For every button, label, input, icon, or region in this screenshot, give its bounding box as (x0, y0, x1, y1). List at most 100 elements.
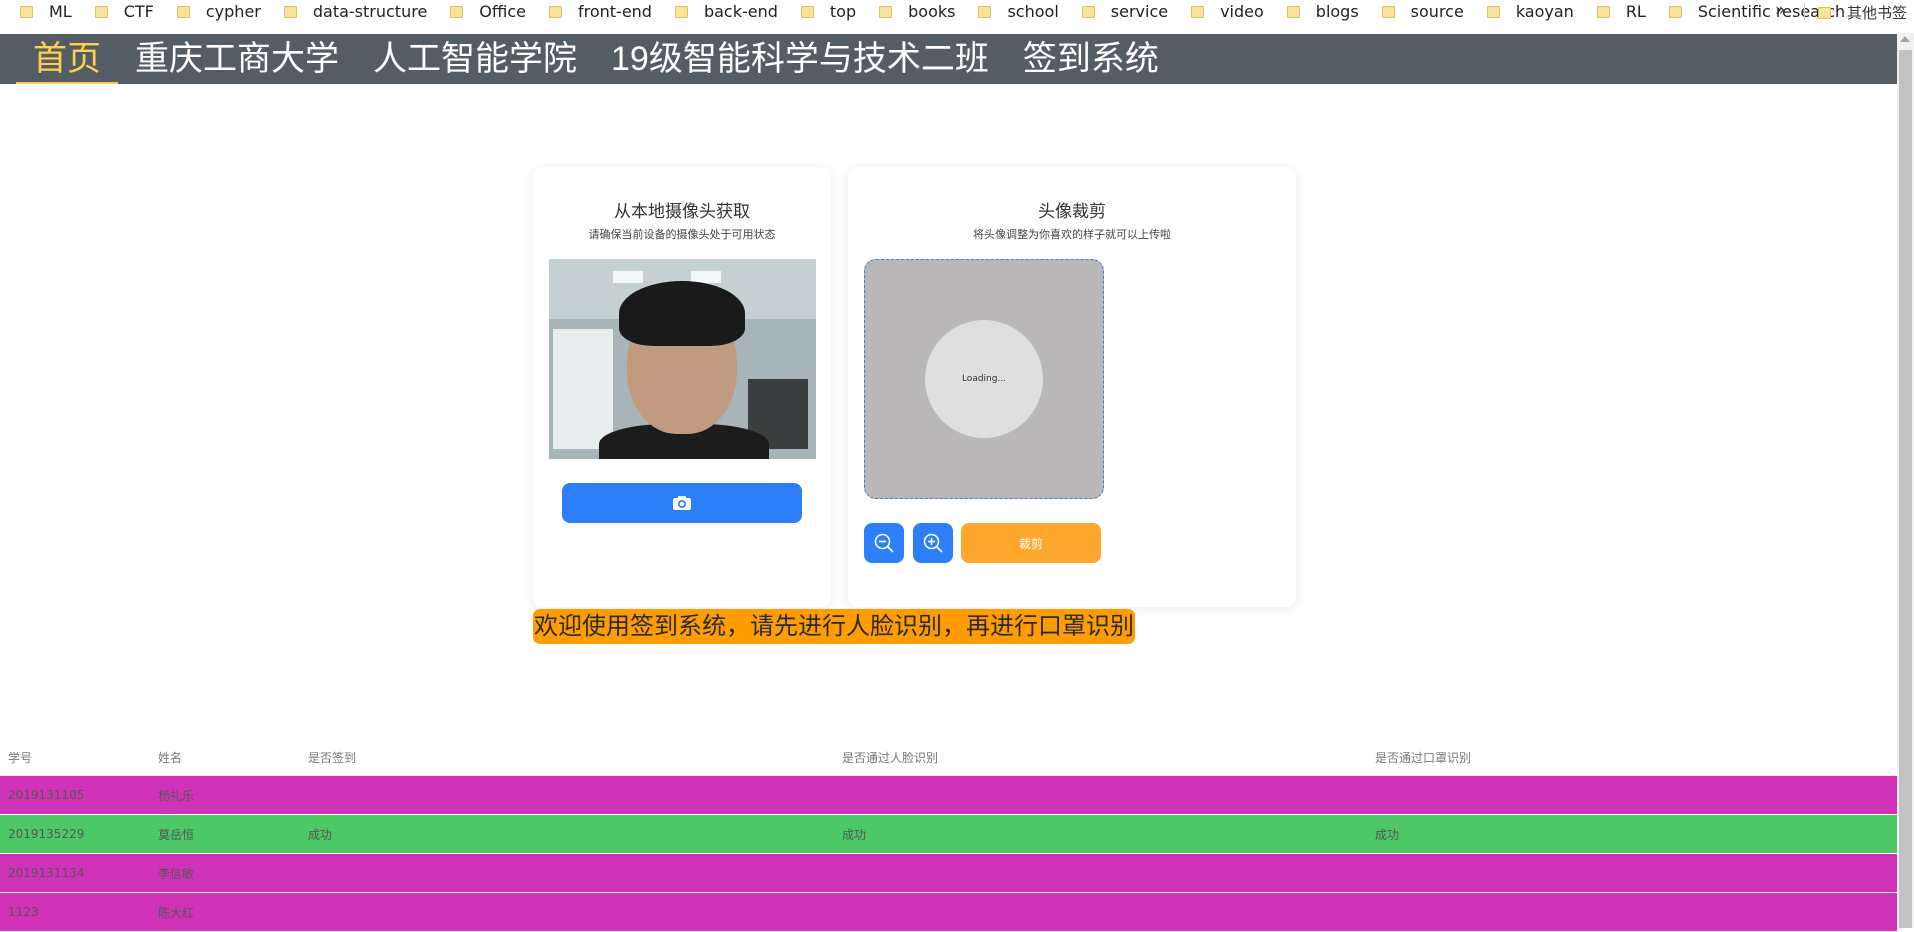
bookmark-label: CTF (123, 2, 154, 21)
bookmark-label: kaoyan (1515, 2, 1574, 21)
bookmark-front-end[interactable]: front-end (548, 2, 652, 21)
table-cell: 2019131105 (8, 788, 85, 802)
table-header-cell: 是否通过口罩识别 (1375, 751, 1472, 765)
bookmark-service[interactable]: service (1081, 2, 1169, 21)
folder-icon (674, 5, 688, 18)
bookmark-cypher[interactable]: cypher (176, 2, 261, 21)
table-cell: 2019135229 (8, 827, 85, 841)
zoom-in-icon (923, 533, 943, 553)
capture-button[interactable] (562, 483, 802, 523)
bookmark-top[interactable]: top (800, 2, 857, 21)
bookmarks-separator (1804, 3, 1805, 20)
bookmark-label: video (1220, 2, 1264, 21)
nav-item-2[interactable]: 人工智能学院 (356, 34, 594, 84)
bookmark-label: service (1110, 2, 1169, 21)
bookmark-ml[interactable]: ML (20, 2, 72, 21)
folder-icon (800, 5, 814, 18)
table-header-cell: 是否签到 (308, 751, 357, 765)
bookmark-label: front-end (577, 2, 652, 21)
bookmarks-more-button[interactable]: » (1775, 0, 1785, 20)
bookmark-label: data-structure (312, 2, 428, 21)
zoom-out-icon (874, 533, 894, 553)
bookmark-video[interactable]: video (1191, 2, 1264, 21)
bookmark-blogs[interactable]: blogs (1286, 2, 1359, 21)
top-nav: 首页 重庆工商大学 人工智能学院 19级智能科学与技术二班 签到系统 (0, 34, 1897, 84)
table-row[interactable]: 2019135229 莫岳恒 成功 成功 成功 (0, 815, 1897, 854)
camera-card: 从本地摄像头获取 请确保当前设备的摄像头处于可用状态 (533, 167, 831, 607)
table-cell: 杨礼乐 (158, 788, 195, 803)
bookmark-label: RL (1625, 2, 1646, 21)
table-header-cell: 姓名 (158, 751, 183, 765)
bookmark-ctf[interactable]: CTF (94, 2, 154, 21)
bookmarks-bar: ML CTF cypher data-structure Office front-end… (0, 0, 1914, 23)
crop-card-title: 头像裁剪 (1038, 202, 1106, 222)
table-cell: 莫岳恒 (158, 827, 195, 842)
bookmark-data-structure[interactable]: data-structure (283, 2, 428, 21)
table-cell: 李信敏 (158, 866, 195, 881)
camera-card-title: 从本地摄像头获取 (614, 202, 750, 222)
folder-icon (1191, 5, 1205, 18)
bookmark-label: Office (479, 2, 526, 21)
bookmark-label: school (1007, 2, 1059, 21)
bookmark-other-label: 其他书签 (1847, 4, 1908, 22)
table-cell: 成功 (308, 827, 333, 842)
bookmark-kaoyan[interactable]: kaoyan (1486, 2, 1574, 21)
crop-preview-circle[interactable]: Loading... (925, 320, 1043, 438)
table-row[interactable]: 1123 陈大红 (0, 893, 1897, 932)
loading-text: Loading... (961, 374, 1007, 384)
bookmark-office[interactable]: Office (450, 2, 526, 21)
crop-card-subtitle: 将头像调整为你喜欢的样子就可以上传啦 (973, 228, 1171, 241)
camera-card-subtitle: 请确保当前设备的摄像头处于可用状态 (588, 228, 776, 241)
table-header-cell: 学号 (8, 751, 33, 765)
bookmark-label: back-end (703, 2, 778, 21)
table-cell: 1123 (8, 905, 39, 919)
nav-item-1[interactable]: 重庆工商大学 (118, 34, 356, 84)
table-cell: 陈大红 (158, 905, 195, 920)
zoom-out-button[interactable] (864, 523, 904, 563)
folder-icon (1668, 5, 1682, 18)
crop-button[interactable]: 裁剪 (961, 523, 1101, 563)
folder-icon (20, 5, 33, 18)
table-cell: 成功 (842, 827, 867, 842)
nav-item-4[interactable]: 签到系统 (1006, 34, 1176, 84)
camera-preview (549, 259, 816, 459)
bookmark-rl[interactable]: RL (1596, 2, 1646, 21)
scroll-up-arrow-icon[interactable] (1900, 36, 1910, 42)
folder-icon (94, 5, 108, 18)
nav-item-3[interactable]: 19级智能科学与技术二班 (594, 34, 1006, 84)
folder-icon (450, 5, 464, 18)
bookmark-other[interactable]: 其他书签 (1818, 2, 1907, 23)
scrollbar-thumb[interactable] (1899, 50, 1912, 928)
zoom-in-button[interactable] (913, 523, 953, 563)
folder-icon (548, 5, 562, 18)
table-row[interactable]: 2019131105 杨礼乐 (0, 776, 1897, 815)
bookmark-source[interactable]: source (1381, 2, 1464, 21)
camera-icon (673, 496, 691, 510)
table-header-cell: 是否通过人脸识别 (842, 751, 939, 765)
folder-icon (978, 5, 992, 18)
nav-item-0[interactable]: 首页 (16, 34, 118, 84)
folder-icon (1486, 5, 1500, 18)
folder-icon (1286, 5, 1300, 18)
folder-icon (1381, 5, 1395, 18)
table-header: 学号 姓名 是否签到 是否通过人脸识别 是否通过口罩识别 (0, 740, 1897, 776)
table-cell: 2019131134 (8, 866, 85, 880)
bookmark-label: top (829, 2, 857, 21)
crop-card: 头像裁剪 将头像调整为你喜欢的样子就可以上传啦 Loading... 裁剪 (848, 167, 1296, 607)
crop-area[interactable]: Loading... (864, 259, 1104, 499)
bookmark-label: cypher (205, 2, 261, 21)
bookmark-books[interactable]: books (879, 2, 955, 21)
folder-icon (1818, 6, 1831, 19)
folder-icon (1081, 5, 1095, 18)
folder-icon (879, 5, 893, 18)
bookmark-label: ML (49, 2, 72, 21)
folder-icon (176, 5, 190, 18)
folder-icon (283, 5, 297, 18)
attendance-table: 学号 姓名 是否签到 是否通过人脸识别 是否通过口罩识别 2019131105 杨礼乐 201… (0, 740, 1897, 932)
bookmark-back-end[interactable]: back-end (674, 2, 778, 21)
table-row[interactable]: 2019131134 李信敏 (0, 854, 1897, 893)
folder-icon (1596, 5, 1610, 18)
welcome-banner: 欢迎使用签到系统，请先进行人脸识别，再进行口罩识别 (533, 609, 1135, 644)
table-cell: 成功 (1375, 827, 1400, 842)
bookmark-school[interactable]: school (978, 2, 1059, 21)
